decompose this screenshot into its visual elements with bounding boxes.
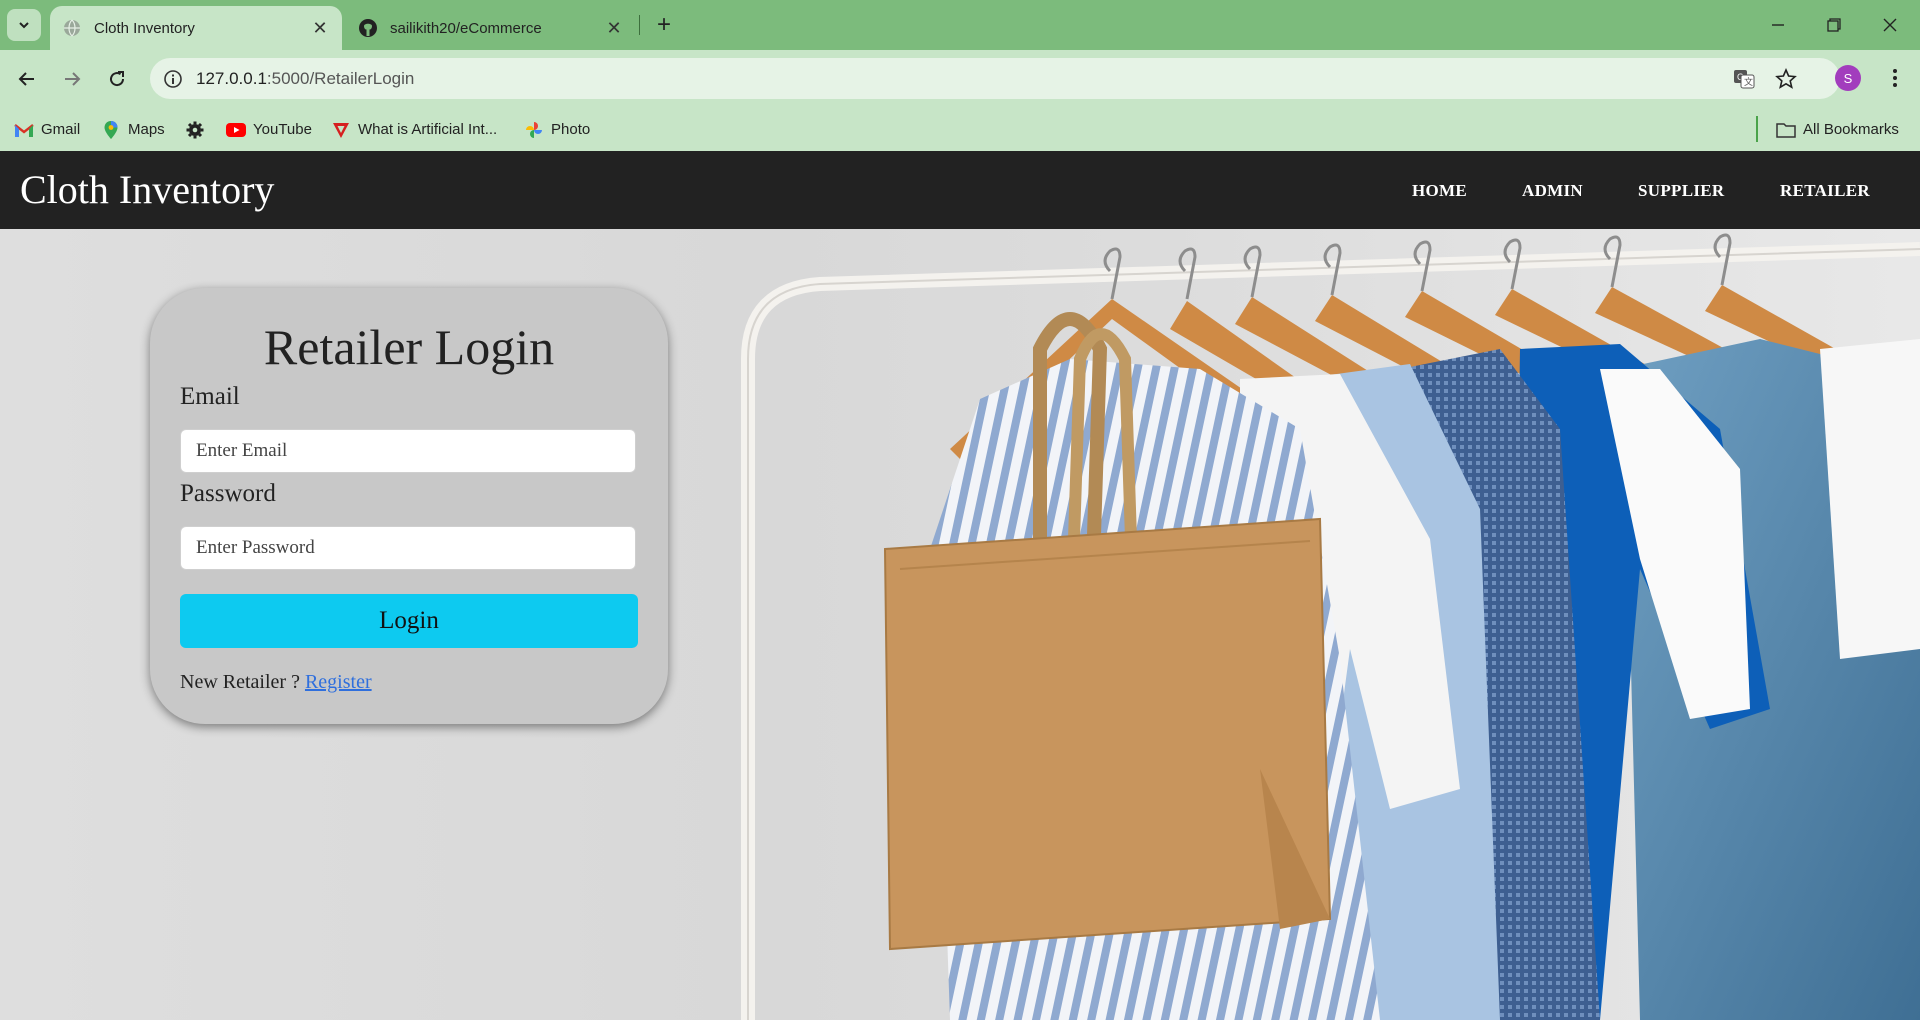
gmail-icon (14, 120, 34, 140)
url-text[interactable]: 127.0.0.1:5000/RetailerLogin (196, 58, 414, 99)
tab-separator (639, 15, 640, 35)
url-host: 127.0.0.1 (196, 69, 267, 88)
login-card: Retailer Login Email Password Login New … (150, 288, 668, 724)
triangle-logo-icon (331, 120, 351, 140)
tab-github-ecommerce[interactable]: sailikith20/eCommerce ✕ (346, 6, 636, 50)
bookmark-photo[interactable]: Photo (524, 108, 590, 151)
bookmarks-bar: Gmail Maps YouTube What is Artificial In… (0, 108, 1920, 151)
hero-section: Retailer Login Email Password Login New … (0, 229, 1920, 1020)
bookmark-maps[interactable]: Maps (101, 108, 165, 151)
reload-icon (110, 71, 125, 87)
address-bar[interactable]: 127.0.0.1:5000/RetailerLogin G文 (150, 58, 1840, 99)
browser-tab-strip: Cloth Inventory ✕ sailikith20/eCommerce … (0, 0, 1920, 50)
register-link[interactable]: Register (305, 671, 372, 693)
nav-supplier[interactable]: SUPPLIER (1638, 181, 1724, 201)
nav-retailer[interactable]: RETAILER (1780, 181, 1870, 201)
minimize-icon (1772, 24, 1784, 26)
url-path: :5000/RetailerLogin (266, 69, 415, 88)
svg-text:文: 文 (1744, 76, 1753, 87)
site-info-icon[interactable] (160, 66, 186, 92)
arrow-left-icon (18, 72, 34, 86)
email-field[interactable] (180, 429, 636, 473)
bookmark-artificial-intelligence[interactable]: What is Artificial Int... (331, 108, 497, 151)
login-button[interactable]: Login (180, 594, 638, 648)
arrow-right-icon (65, 72, 81, 86)
web-page: Cloth Inventory HOME ADMIN SUPPLIER RETA… (0, 151, 1920, 1020)
clothing-rack-image (741, 233, 1920, 1020)
all-bookmarks-button[interactable]: All Bookmarks (1776, 108, 1899, 151)
reload-button[interactable] (100, 62, 134, 96)
bookmark-youtube[interactable]: YouTube (226, 108, 312, 151)
bookmark-settings[interactable] (185, 108, 212, 151)
close-tab-icon[interactable]: ✕ (308, 16, 332, 40)
site-navbar: Cloth Inventory HOME ADMIN SUPPLIER RETA… (0, 151, 1920, 229)
bookmarks-separator (1756, 116, 1758, 142)
tab-search-button[interactable] (7, 9, 41, 41)
translate-icon[interactable]: G文 (1730, 65, 1758, 93)
pinwheel-icon (524, 120, 544, 140)
chevron-down-icon (19, 22, 29, 29)
bookmark-label: Maps (128, 121, 165, 138)
close-window-button[interactable] (1862, 0, 1918, 50)
profile-avatar[interactable]: S (1835, 65, 1861, 91)
nav-home[interactable]: HOME (1412, 181, 1467, 201)
close-tab-icon[interactable]: ✕ (602, 16, 626, 40)
maps-pin-icon (101, 120, 121, 140)
browser-menu-icon[interactable] (1880, 63, 1910, 93)
password-field[interactable] (180, 526, 636, 570)
folder-icon (1776, 120, 1796, 140)
site-brand[interactable]: Cloth Inventory (20, 166, 274, 213)
register-prompt: New Retailer ? Register (180, 671, 372, 694)
password-label: Password (180, 480, 276, 507)
restore-icon (1827, 18, 1841, 32)
login-title: Retailer Login (263, 319, 555, 375)
github-icon (358, 18, 378, 38)
tab-cloth-inventory[interactable]: Cloth Inventory ✕ (50, 6, 342, 50)
bookmark-label: Photo (551, 121, 591, 138)
bookmark-label: Gmail (41, 121, 81, 138)
bookmark-label: YouTube (253, 121, 312, 138)
youtube-icon (226, 120, 246, 140)
restore-button[interactable] (1806, 0, 1862, 50)
forward-button[interactable] (55, 62, 89, 96)
close-icon (1883, 18, 1897, 32)
minimize-button[interactable] (1750, 0, 1806, 50)
nav-admin[interactable]: ADMIN (1522, 181, 1583, 201)
bookmark-label: What is Artificial Int... (358, 121, 498, 138)
bookmark-gmail[interactable]: Gmail (14, 108, 80, 151)
all-bookmarks-label: All Bookmarks (1803, 121, 1899, 138)
email-label: Email (180, 383, 240, 410)
globe-icon (62, 18, 82, 38)
tab-title: Cloth Inventory (94, 19, 195, 37)
new-tab-button[interactable]: + (649, 10, 679, 40)
tab-title: sailikith20/eCommerce (390, 19, 542, 37)
back-button[interactable] (10, 62, 44, 96)
register-prompt-text: New Retailer ? (180, 671, 300, 693)
bookmark-star-icon[interactable] (1772, 65, 1800, 93)
gear-icon (185, 120, 205, 140)
browser-toolbar: 127.0.0.1:5000/RetailerLogin G文 S (0, 50, 1920, 108)
